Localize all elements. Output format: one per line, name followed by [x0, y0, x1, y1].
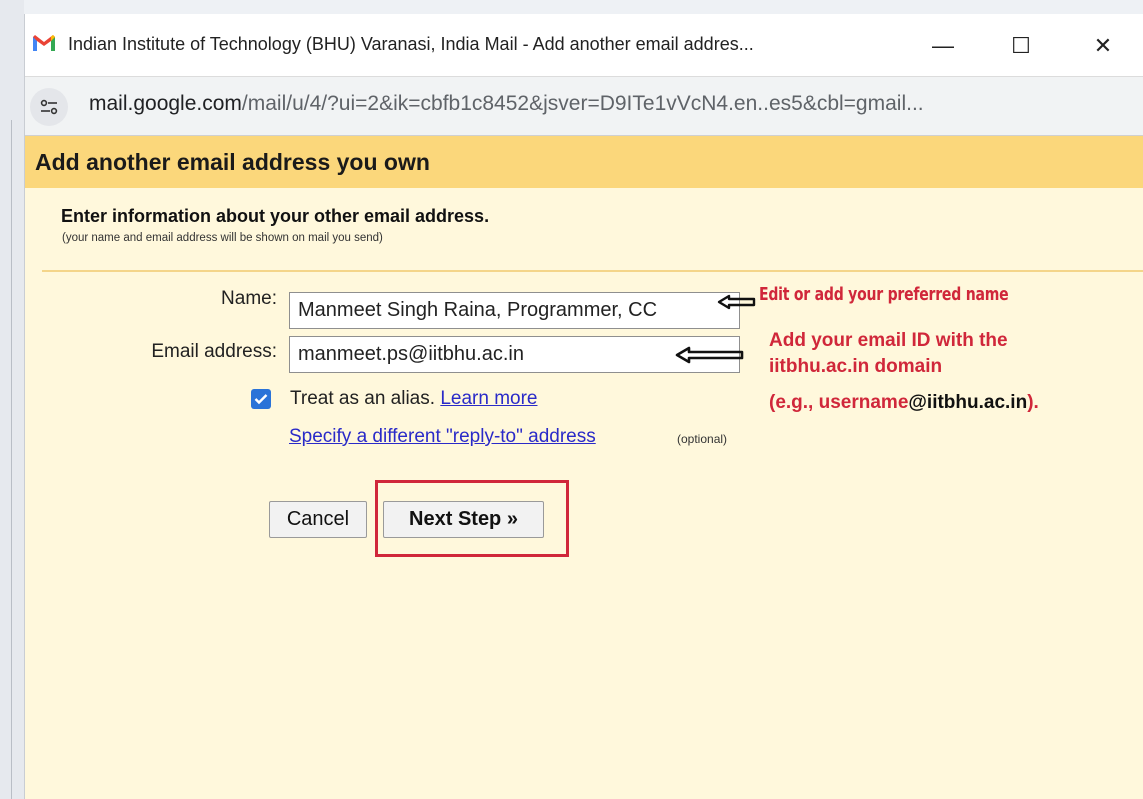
annotation-text: (e.g., username — [769, 392, 909, 413]
optional-note: (optional) — [677, 432, 728, 446]
name-label: Name: — [221, 288, 277, 309]
url-path: /mail/u/4/?ui=2&ik=cbfb1c8452&jsver=D9IT… — [241, 92, 924, 115]
email-label: Email address: — [151, 341, 277, 362]
annotation-domain: @iitbhu.ac.in — [908, 392, 1028, 413]
title-bar: Indian Institute of Technology (BHU) Var… — [25, 14, 1143, 76]
annotation-text: ). — [1027, 392, 1039, 413]
address-bar[interactable]: mail.google.com/mail/u/4/?ui=2&ik=cbfb1c… — [25, 76, 1143, 136]
tune-icon — [40, 99, 58, 115]
gmail-icon — [33, 35, 55, 51]
alias-option: Treat as an alias. Learn more — [290, 388, 538, 410]
alias-checkbox[interactable] — [251, 389, 271, 409]
background-browser-edge — [0, 0, 24, 799]
email-annotation-line2: iitbhu.ac.in domain — [769, 356, 943, 377]
page-title: Add another email address you own — [35, 149, 430, 175]
divider — [42, 270, 1143, 272]
arrow-left-icon — [717, 294, 756, 310]
arrow-left-icon — [675, 346, 744, 364]
header-band: Add another email address you own — [25, 136, 1143, 188]
checkmark-icon — [254, 394, 268, 405]
name-annotation: Edit or add your preferred name — [759, 284, 1009, 305]
url-host: mail.google.com — [89, 92, 242, 115]
window-title: Indian Institute of Technology (BHU) Var… — [68, 34, 754, 54]
close-button[interactable]: ✕ — [1083, 28, 1123, 64]
reply-to-link[interactable]: Specify a different "reply-to" address — [289, 426, 596, 448]
email-field[interactable]: manmeet.ps@iitbhu.ac.in — [289, 336, 740, 373]
maximize-button[interactable]: ☐ — [1001, 28, 1041, 64]
popup-window: Indian Institute of Technology (BHU) Var… — [24, 14, 1143, 799]
learn-more-link[interactable]: Learn more — [440, 388, 537, 409]
highlight-box — [375, 480, 569, 557]
minimize-button[interactable]: — — [923, 28, 963, 64]
alias-label: Treat as an alias. — [290, 388, 436, 409]
info-subtitle: (your name and email address will be sho… — [62, 232, 383, 244]
background-browser-strip — [0, 0, 1143, 14]
url-text[interactable]: mail.google.com/mail/u/4/?ui=2&ik=cbfb1c… — [89, 92, 924, 116]
email-annotation-line1: Add your email ID with the — [769, 330, 1008, 351]
name-field[interactable]: Manmeet Singh Raina, Programmer, CC — [289, 292, 740, 329]
email-annotation-line3: (e.g., username@iitbhu.ac.in). — [769, 392, 1039, 414]
dialog-page: Add another email address you own Enter … — [25, 136, 1143, 799]
cancel-button[interactable]: Cancel — [269, 501, 367, 538]
info-heading: Enter information about your other email… — [61, 206, 490, 226]
site-settings-icon[interactable] — [30, 88, 68, 126]
